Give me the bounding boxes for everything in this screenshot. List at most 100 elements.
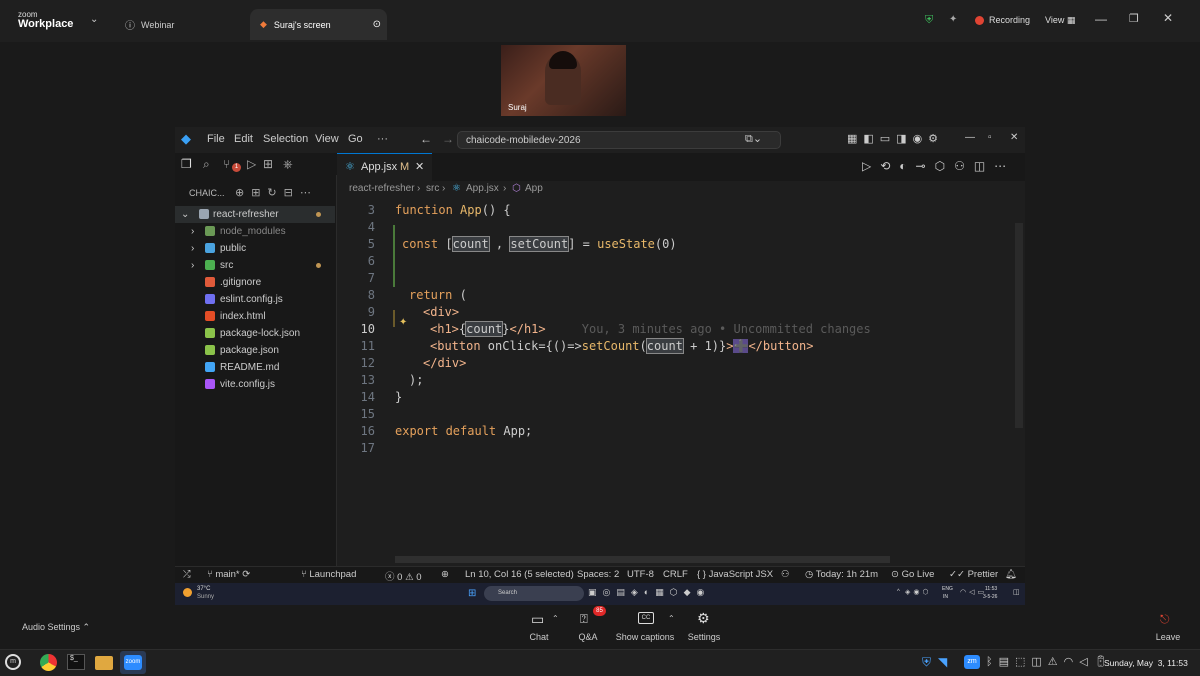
- tray-icons[interactable]: ◈◉⬡: [905, 588, 932, 596]
- forward-arrow-icon[interactable]: →: [442, 132, 454, 146]
- explorer-icon[interactable]: ❐: [181, 157, 192, 171]
- chevron-down-icon[interactable]: ⌄: [90, 14, 98, 25]
- menu-more[interactable]: ···: [377, 133, 388, 145]
- breadcrumb-file[interactable]: App.jsx: [466, 183, 499, 194]
- indentation[interactable]: Spaces: 2: [577, 569, 619, 580]
- tree-item-eslint-config-js[interactable]: eslint.config.js: [175, 291, 335, 308]
- restore-icon[interactable]: ▫: [988, 132, 992, 143]
- weather-temp[interactable]: 37°C: [197, 586, 210, 592]
- breadcrumb-src[interactable]: src: [426, 183, 439, 194]
- recording-indicator[interactable]: Recording: [975, 15, 1030, 25]
- zoom-app-active[interactable]: zoom: [120, 651, 146, 674]
- line-ending[interactable]: CRLF: [663, 569, 688, 580]
- terminal-icon[interactable]: $_: [67, 654, 85, 670]
- language-mode[interactable]: { } JavaScript JSX: [697, 569, 773, 580]
- breadcrumb-symbol[interactable]: App: [525, 183, 543, 194]
- prettier-item[interactable]: ✓✓ Prettier: [949, 569, 998, 580]
- system-tray-icons[interactable]: ᛒ▤⬚◫⚠◠◁🔋︎: [986, 655, 1114, 668]
- copilot-icon[interactable]: ⧉⌄: [745, 132, 762, 146]
- launchpad-item[interactable]: ⑂ Launchpad: [301, 569, 356, 580]
- editor-actions[interactable]: ▷⟲◐⊸⬡⚇◫⋯: [862, 159, 1015, 173]
- qa-icon[interactable]: ⍰: [580, 611, 588, 627]
- command-center-search[interactable]: chaicode-mobiledev-2026: [457, 131, 781, 149]
- close-icon[interactable]: ✕: [1163, 11, 1173, 25]
- lightbulb-icon[interactable]: ✦: [399, 317, 407, 328]
- layout-icons[interactable]: ▦◧▭◨◉⚙: [847, 132, 944, 145]
- code-line-3[interactable]: function App() {: [395, 203, 511, 217]
- windows-search[interactable]: Search: [484, 586, 584, 601]
- menu-view[interactable]: View: [315, 133, 339, 145]
- tree-item-public[interactable]: › public: [175, 240, 335, 257]
- code-line-13[interactable]: );: [409, 373, 423, 387]
- menu-go[interactable]: Go: [348, 133, 363, 145]
- code-line-10[interactable]: <h1>{count}</h1> You, 3 minutes ago • Un…: [430, 321, 871, 337]
- menu-edit[interactable]: Edit: [234, 133, 253, 145]
- leave-button[interactable]: Leave: [1152, 632, 1184, 642]
- menu-file[interactable]: File: [207, 133, 225, 145]
- leave-icon[interactable]: ⎋: [1160, 612, 1170, 627]
- tab-webinar[interactable]: ⓘ Webinar: [115, 9, 245, 40]
- bell-icon[interactable]: 🔔︎: [1005, 569, 1017, 580]
- pinned-apps[interactable]: ▣◎▤◈◐▦⬡◆◉: [588, 587, 710, 598]
- menu-logo-icon[interactable]: m: [5, 654, 21, 670]
- notification-icon[interactable]: ◫: [1013, 588, 1020, 596]
- tree-item-src[interactable]: › src: [175, 257, 335, 274]
- chevron-up-icon[interactable]: ⌃: [668, 614, 675, 623]
- source-control-icon[interactable]: ⑂: [223, 157, 230, 171]
- chat-icon[interactable]: ▭: [531, 611, 544, 628]
- close-icon[interactable]: ✕: [1010, 132, 1018, 143]
- windows-start-icon[interactable]: ⊞: [468, 588, 476, 599]
- minimize-icon[interactable]: —: [1095, 12, 1107, 26]
- tree-item-vite-config-js[interactable]: vite.config.js: [175, 376, 335, 393]
- code-line-11[interactable]: <button onClick={()=>setCount(count + 1)…: [430, 338, 813, 354]
- tree-item-node-modules[interactable]: › node_modules: [175, 223, 335, 240]
- participant-video[interactable]: Suraj: [501, 45, 626, 116]
- audio-settings-button[interactable]: Audio Settings ⌃: [22, 622, 90, 633]
- breadcrumb-root[interactable]: react-refresher: [349, 183, 415, 194]
- copilot-status-icon[interactable]: ⚇: [781, 569, 790, 580]
- tray-icons[interactable]: ⛨◥: [922, 655, 954, 670]
- explorer-actions[interactable]: ⊕⊞↻⊟⋯: [235, 186, 318, 199]
- back-arrow-icon[interactable]: ←: [420, 132, 432, 146]
- shield-icon[interactable]: ⛨: [925, 14, 933, 27]
- cursor-position[interactable]: Ln 10, Col 16 (5 selected): [465, 569, 574, 580]
- tree-item-package-lock-json[interactable]: package-lock.json: [175, 325, 335, 342]
- branch-item[interactable]: ⑂ main* ⟳: [207, 569, 250, 580]
- vertical-scrollbar[interactable]: [1015, 223, 1023, 428]
- chevron-up-icon[interactable]: ⌃: [552, 614, 559, 623]
- view-button[interactable]: View ▦: [1045, 15, 1075, 26]
- os-clock[interactable]: Sunday, May 3, 11:53: [1104, 658, 1188, 668]
- captions-button[interactable]: Show captions: [612, 632, 678, 642]
- go-live-button[interactable]: ⊙ Go Live: [891, 569, 934, 580]
- search-icon[interactable]: ⌕: [203, 157, 210, 172]
- sparkle-icon[interactable]: ✦: [949, 14, 957, 25]
- code-line-9[interactable]: <div>: [423, 305, 459, 319]
- tab-app-jsx[interactable]: ⚛ App.jsx M ✕: [337, 153, 432, 181]
- folder-icon[interactable]: [95, 656, 113, 670]
- remote-icon[interactable]: ⤮: [183, 569, 191, 580]
- windows-time[interactable]: 11:53: [985, 586, 997, 592]
- minimize-icon[interactable]: —: [965, 132, 975, 143]
- settings-button[interactable]: Settings: [684, 632, 724, 642]
- tree-item--gitignore[interactable]: .gitignore: [175, 274, 335, 291]
- more-icon[interactable]: ⊙: [373, 19, 381, 30]
- chrome-icon[interactable]: [40, 654, 57, 671]
- tree-item-readme-md[interactable]: README.md: [175, 359, 335, 376]
- restore-icon[interactable]: ❐: [1129, 12, 1139, 25]
- tab-suraj-screen[interactable]: ◆ Suraj's screen ⊙: [250, 9, 387, 40]
- problems-item[interactable]: ⓧ 0 ⚠ 0: [385, 569, 422, 583]
- zoom-tray-icon[interactable]: zm: [964, 655, 980, 669]
- remote-icon[interactable]: ⎈: [283, 157, 293, 172]
- input-language[interactable]: ENG: [942, 586, 953, 592]
- close-icon[interactable]: ✕: [415, 154, 424, 180]
- horizontal-scrollbar[interactable]: [395, 556, 890, 563]
- encoding[interactable]: UTF-8: [627, 569, 654, 580]
- qa-button[interactable]: Q&A: [572, 632, 604, 642]
- gear-icon[interactable]: ⚙: [697, 610, 710, 627]
- code-line-8[interactable]: return (: [409, 288, 467, 302]
- tray-chevron-icon[interactable]: ^: [897, 589, 900, 595]
- extensions-icon[interactable]: ⊞: [263, 157, 273, 171]
- tree-root-folder[interactable]: ⌄ react-refresher: [175, 206, 335, 223]
- code-line-5[interactable]: const [count , setCount] = useState(0): [402, 236, 677, 252]
- menu-selection[interactable]: Selection: [263, 133, 308, 145]
